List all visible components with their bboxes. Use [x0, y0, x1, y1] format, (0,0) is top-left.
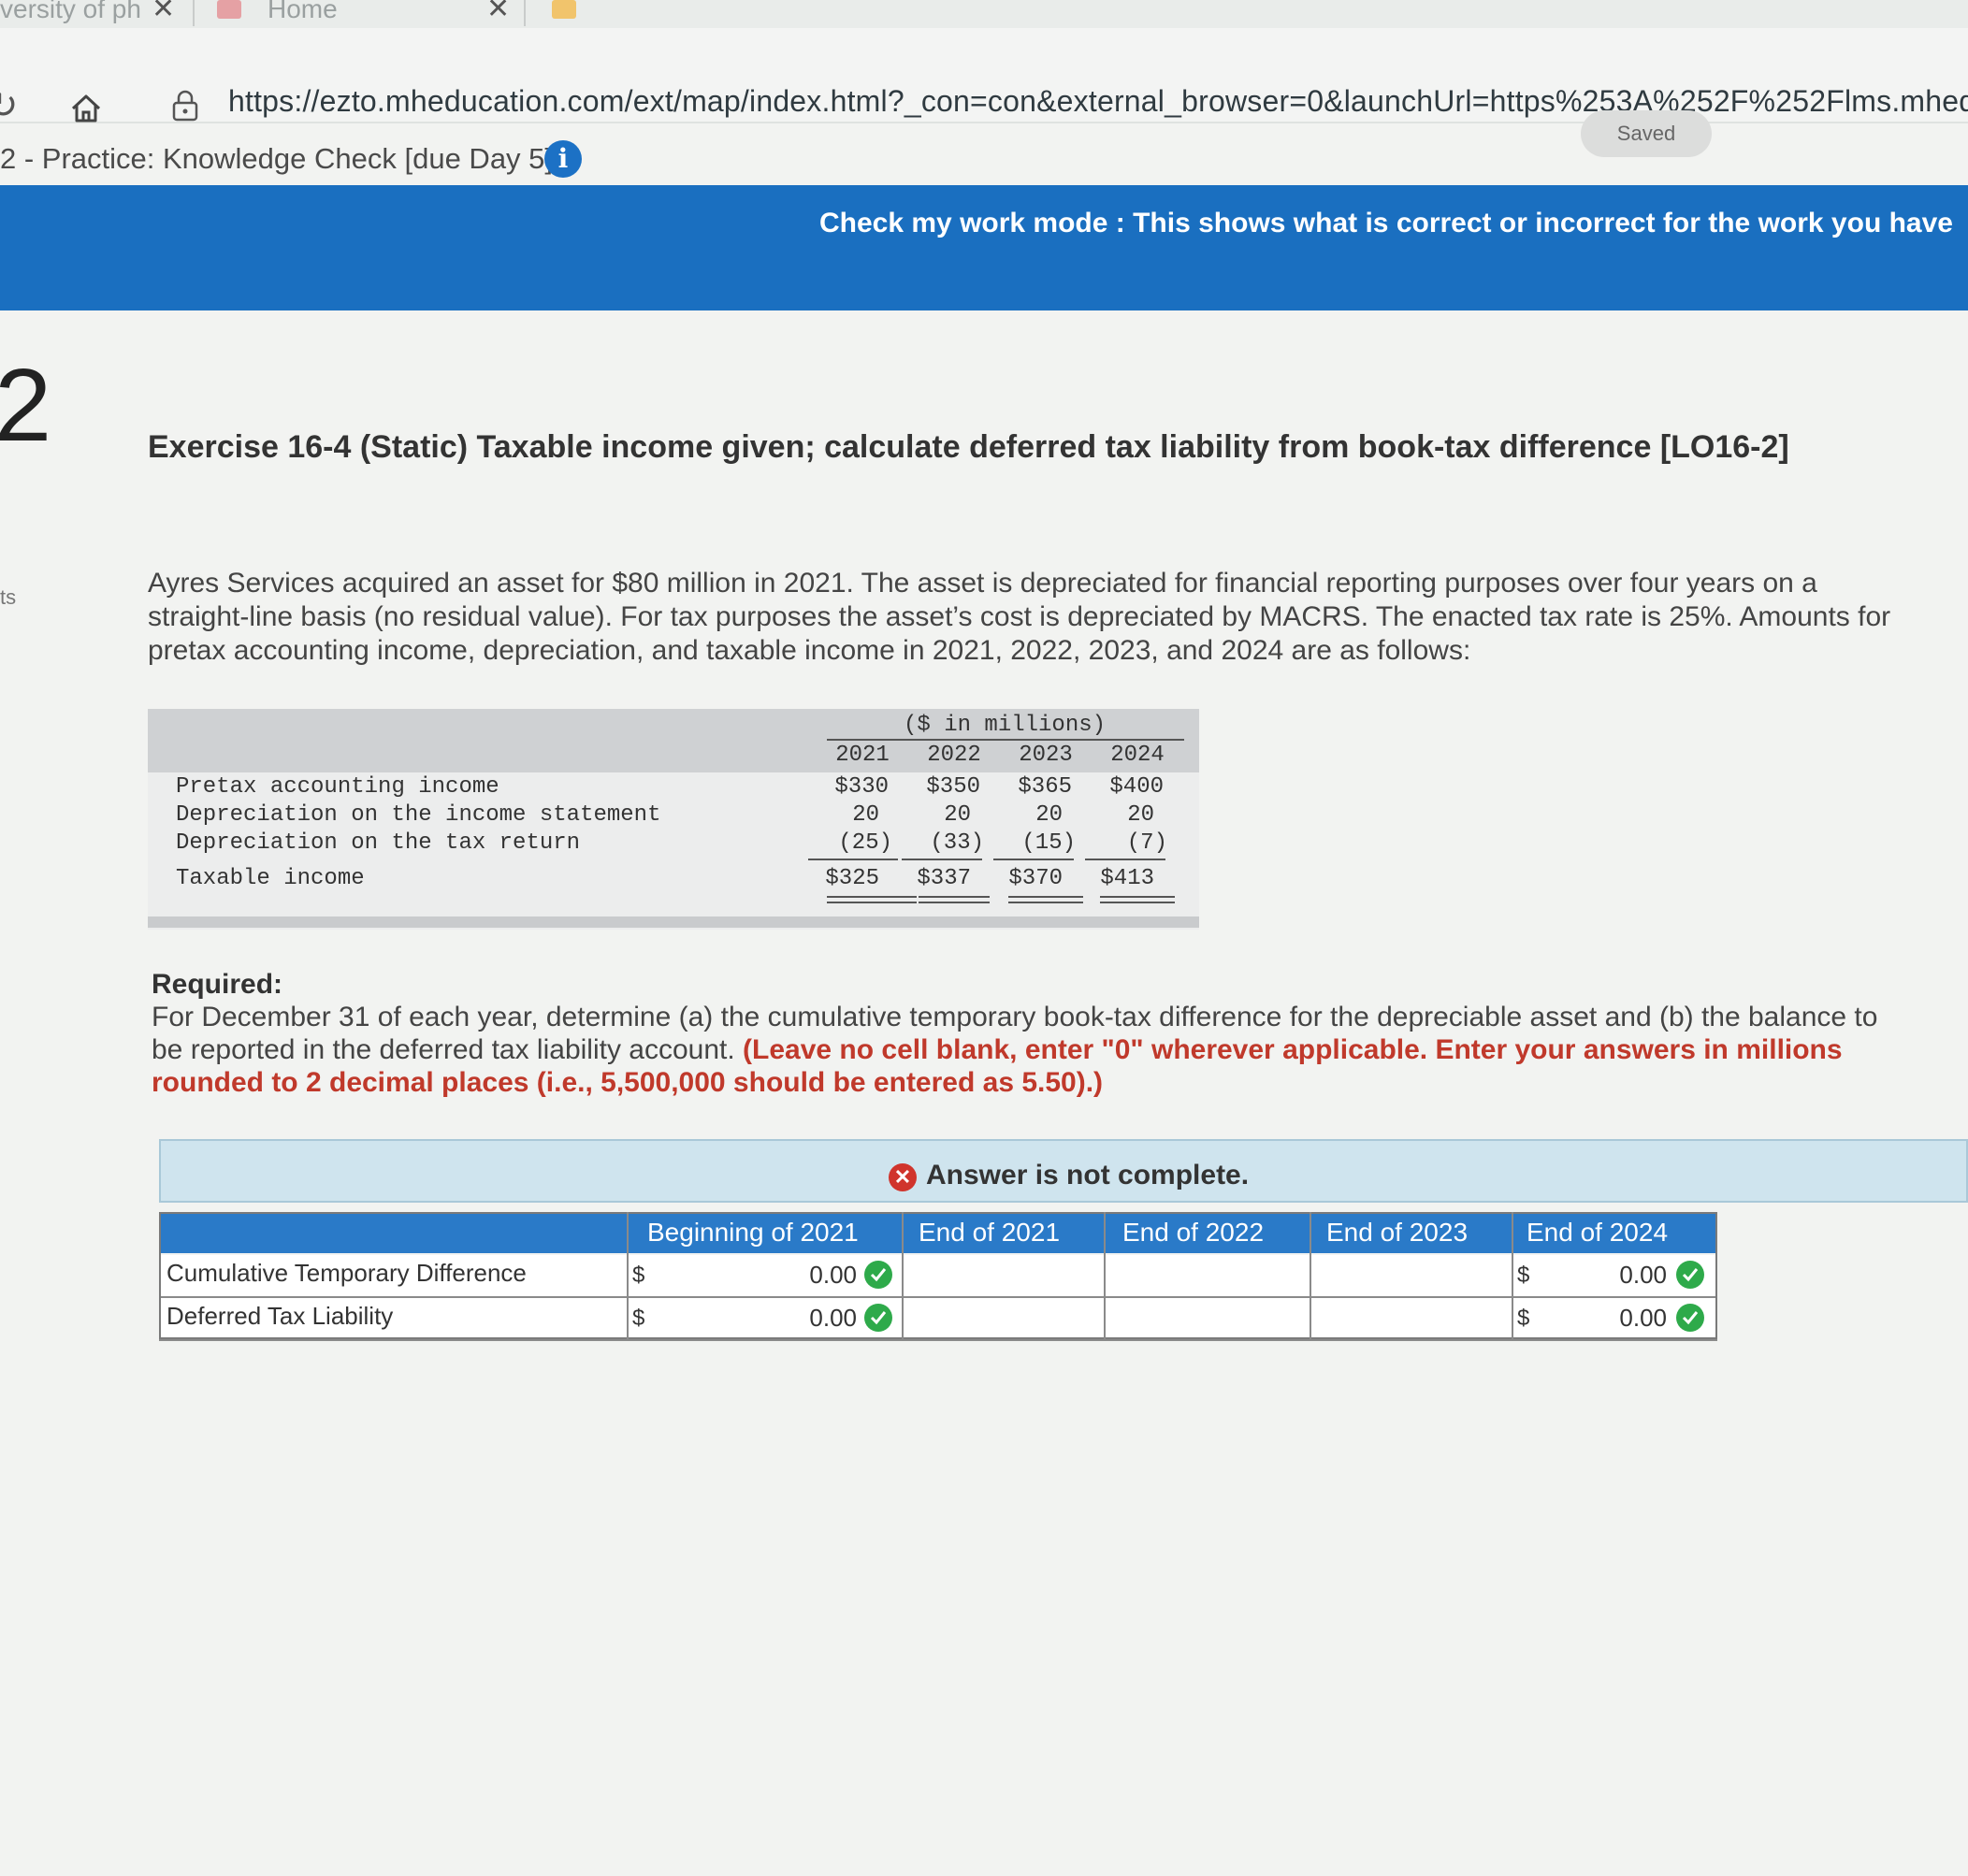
row-label-tax-depreciation: Depreciation on the tax return — [176, 830, 581, 856]
home-icon[interactable] — [67, 90, 105, 127]
grid-divider — [1512, 1212, 1513, 1339]
table-cell: 20 — [1035, 802, 1063, 828]
address-bar: ↻ https://ezto.mheducation.com/ext/map/i… — [0, 28, 1968, 126]
given-table-footer — [148, 916, 1199, 928]
table-cell: (25) — [838, 830, 892, 856]
table-cell: 20 — [1127, 802, 1154, 828]
table-cell: $325 — [825, 866, 879, 891]
lock-icon — [172, 90, 198, 122]
required-text: For December 31 of each year, determine … — [152, 1001, 1891, 1099]
row-label-deferred-tax-liability: Deferred Tax Liability — [166, 1302, 394, 1330]
table-cell: $337 — [917, 866, 971, 891]
row-label-taxable-income: Taxable income — [176, 866, 365, 891]
close-tab-icon[interactable]: ✕ — [152, 0, 175, 25]
grid-divider — [1310, 1212, 1311, 1339]
cumulative-difference-end-2024-input[interactable]: 0.00 — [1592, 1261, 1667, 1290]
side-label: ts — [0, 585, 17, 609]
table-cell: $365 — [1018, 774, 1072, 800]
correct-check-icon — [1676, 1304, 1704, 1332]
unit-label: ($ in millions) — [904, 713, 1107, 738]
assignment-title: 2 - Practice: Knowledge Check [due Day 5… — [0, 142, 554, 175]
table-cell: $330 — [834, 774, 889, 800]
table-cell: $370 — [1008, 866, 1063, 891]
table-cell: 20 — [852, 802, 879, 828]
exercise-description: Ayres Services acquired an asset for $80… — [148, 568, 1891, 666]
grid-divider — [902, 1212, 904, 1339]
table-cell: (33) — [930, 830, 984, 856]
year-header: 2023 — [1019, 743, 1073, 768]
total-double-rule — [1100, 896, 1175, 898]
tab-divider — [524, 0, 526, 26]
total-double-rule — [1008, 902, 1083, 903]
table-cell: 20 — [944, 802, 971, 828]
currency-symbol: $ — [1517, 1306, 1530, 1331]
given-data-table: ($ in millions) 2021 2022 2023 2024 Pret… — [148, 709, 1199, 930]
total-double-rule — [919, 896, 990, 898]
currency-symbol: $ — [1517, 1263, 1530, 1288]
year-header: 2021 — [835, 743, 890, 768]
table-cell: $413 — [1100, 866, 1154, 891]
currency-symbol: $ — [632, 1263, 645, 1288]
row-label-pretax: Pretax accounting income — [176, 774, 499, 800]
grid-divider — [627, 1212, 629, 1339]
correct-check-icon — [864, 1304, 892, 1332]
subtotal-rule — [808, 859, 898, 860]
subtotal-rule — [993, 859, 1074, 860]
cumulative-difference-beginning-2021-input[interactable]: 0.00 — [782, 1261, 857, 1290]
total-double-rule — [827, 896, 917, 898]
year-header: 2024 — [1110, 743, 1165, 768]
incorrect-x-icon: ✕ — [889, 1163, 917, 1191]
currency-symbol: $ — [632, 1306, 645, 1331]
close-tab-icon[interactable]: ✕ — [486, 0, 510, 25]
subtotal-rule — [1085, 859, 1165, 860]
row-label-cumulative-difference: Cumulative Temporary Difference — [166, 1259, 527, 1287]
tab-favicon-icon — [217, 0, 241, 19]
deferred-tax-beginning-2021-input[interactable]: 0.00 — [782, 1304, 857, 1333]
question-number: 2 — [0, 348, 52, 463]
total-double-rule — [1008, 896, 1083, 898]
check-my-work-banner — [0, 185, 1968, 310]
answer-status-text: Answer is not complete. — [926, 1160, 1250, 1191]
info-icon[interactable]: i — [544, 140, 582, 178]
table-cell: $400 — [1109, 774, 1164, 800]
tab-favicon-icon — [552, 0, 576, 19]
deferred-tax-end-2024-input[interactable]: 0.00 — [1592, 1304, 1667, 1333]
correct-check-icon — [864, 1261, 892, 1289]
browser-tab-title[interactable]: versity of ph — [0, 0, 141, 24]
table-cell: $350 — [926, 774, 980, 800]
tab-divider — [193, 0, 195, 26]
saved-status-badge: Saved — [1581, 110, 1712, 157]
total-double-rule — [1100, 902, 1175, 903]
table-cell: (7) — [1126, 830, 1167, 856]
table-cell: (15) — [1021, 830, 1076, 856]
row-label-book-depreciation: Depreciation on the income statement — [176, 802, 661, 828]
grid-divider — [1104, 1212, 1106, 1339]
total-double-rule — [919, 902, 990, 903]
reload-icon[interactable]: ↻ — [0, 84, 19, 127]
browser-tab-bar: versity of ph ✕ Home ✕ — [0, 0, 1968, 28]
required-heading: Required: — [152, 969, 283, 1000]
check-my-work-text: Check my work mode : This shows what is … — [819, 208, 1953, 238]
total-double-rule — [827, 902, 917, 903]
url-text[interactable]: https://ezto.mheducation.com/ext/map/ind… — [228, 84, 1968, 119]
exercise-title: Exercise 16-4 (Static) Taxable income gi… — [148, 429, 1789, 465]
browser-tab-home[interactable]: Home — [268, 0, 338, 24]
correct-check-icon — [1676, 1261, 1704, 1289]
header-rule — [827, 739, 1184, 741]
year-header: 2022 — [927, 743, 981, 768]
subtotal-rule — [902, 859, 982, 860]
